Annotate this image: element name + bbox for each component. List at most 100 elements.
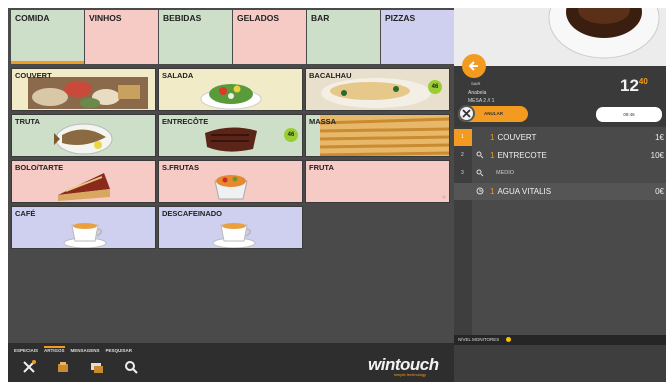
- count-badge: 46: [428, 80, 442, 94]
- order-line[interactable]: 1 AGUA VITALIS 0€: [454, 183, 666, 200]
- bottom-icons: [22, 360, 138, 374]
- product-couvert[interactable]: COUVERT: [11, 68, 156, 111]
- product-massa[interactable]: MASSA: [305, 114, 450, 157]
- product-cafe[interactable]: CAFÉ: [11, 206, 156, 249]
- search-icon[interactable]: [124, 360, 138, 374]
- category-bebidas[interactable]: BEBIDAS: [159, 10, 233, 64]
- line-name: AGUA VITALIS: [497, 187, 552, 196]
- tools-icon[interactable]: [22, 360, 36, 374]
- clock-minutes: 40: [638, 77, 648, 86]
- product-salada[interactable]: SALADA: [158, 68, 303, 111]
- product-label: BOLO/TARTE: [15, 163, 64, 172]
- back-button[interactable]: [462, 54, 486, 78]
- product-area: COMIDA VINHOS BEBIDAS GELADOS BAR PIZZAS…: [8, 8, 454, 382]
- product-label: BACALHAU: [309, 71, 352, 80]
- sfrutas-image: [214, 175, 248, 200]
- user-name: Anabela: [468, 90, 487, 96]
- product-label: MASSA: [309, 117, 337, 126]
- articles-icon[interactable]: [56, 360, 70, 374]
- category-bar[interactable]: BAR: [307, 10, 381, 64]
- massa-image: [320, 115, 449, 156]
- line-price: 1€: [655, 133, 664, 142]
- monitor-level-label: NÍVEL MONITORES: [458, 337, 500, 342]
- category-bar: COMIDA VINHOS BEBIDAS GELADOS BAR PIZZAS: [11, 10, 454, 64]
- product-truta[interactable]: TRUTA: [11, 114, 156, 157]
- product-bacalhau[interactable]: BACALHAU 46: [305, 68, 450, 111]
- line-qty: 1: [490, 187, 495, 196]
- time-field[interactable]: 09:46: [596, 107, 662, 122]
- product-label: ENTRECÔTE: [162, 117, 209, 126]
- product-label: COUVERT: [15, 71, 52, 80]
- category-label: BEBIDAS: [163, 13, 202, 23]
- cancel-label: ANULAR: [484, 111, 503, 116]
- line-number: 2: [461, 152, 464, 158]
- order-line-modifier[interactable]: 3 MEDIO: [454, 165, 666, 182]
- category-vinhos[interactable]: VINHOS: [85, 10, 159, 64]
- line-name: ENTRECOTE: [497, 151, 547, 160]
- bottom-toolbar: ESPECIAIS ARTIGOS MENSAGENS PESQUISAR wi…: [8, 343, 454, 382]
- line-text: 1 COUVERT: [490, 133, 536, 142]
- category-gelados[interactable]: GELADOS: [233, 10, 307, 64]
- cutlery-icon: [476, 151, 484, 159]
- product-grid: COUVERT SALADA BACALHAU 46 TRUTA ENTRECÔ…: [11, 68, 454, 253]
- exit-label: SAIR: [471, 81, 481, 86]
- product-label: S.FRUTAS: [162, 163, 199, 172]
- back-arrow-icon: [468, 61, 478, 71]
- line-name: COUVERT: [497, 133, 537, 142]
- salada-image: [200, 84, 262, 110]
- category-label: COMIDA: [15, 13, 50, 23]
- clock-icon: [476, 187, 484, 195]
- product-bolo-tarte[interactable]: BOLO/TARTE: [11, 160, 156, 203]
- monitor-level-bar: NÍVEL MONITORES: [454, 335, 666, 345]
- line-text: 1 ENTRECOTE: [490, 151, 547, 160]
- clock: 1240: [620, 76, 648, 96]
- bolo-image: [58, 173, 110, 201]
- category-label: GELADOS: [237, 13, 280, 23]
- entrecote-image: [205, 127, 257, 152]
- table-label: MESA 2 // 1: [468, 98, 495, 104]
- order-footer: [454, 345, 666, 382]
- tab-artigos[interactable]: ARTIGOS: [44, 346, 65, 355]
- product-label: CAFÉ: [15, 209, 36, 218]
- product-fruta[interactable]: FRUTA »: [305, 160, 450, 203]
- product-label: FRUTA: [309, 163, 334, 172]
- order-line[interactable]: 1 1 COUVERT 1€: [454, 129, 666, 146]
- cutlery-icon: [476, 169, 484, 177]
- tab-mensagens[interactable]: MENSAGENS: [71, 348, 100, 355]
- active-indicator: [11, 61, 84, 64]
- bottom-tabs: ESPECIAIS ARTIGOS MENSAGENS PESQUISAR: [14, 346, 133, 355]
- cancel-button[interactable]: ANULAR: [458, 105, 528, 122]
- truta-image: [54, 123, 113, 155]
- category-label: PIZZAS: [385, 13, 416, 23]
- order-line[interactable]: 2 1 ENTRECOTE 10€: [454, 147, 666, 164]
- count-badge: 46: [284, 128, 298, 142]
- coffee-photo: [454, 8, 666, 66]
- messages-icon[interactable]: [90, 360, 104, 374]
- line-price: 0€: [655, 187, 664, 196]
- category-pizzas[interactable]: PIZZAS: [381, 10, 454, 64]
- category-label: VINHOS: [89, 13, 122, 23]
- category-comida[interactable]: COMIDA: [11, 10, 85, 64]
- product-entrecote[interactable]: ENTRECÔTE 46: [158, 114, 303, 157]
- category-label: BAR: [311, 13, 330, 23]
- line-text: 1 AGUA VITALIS: [490, 187, 551, 196]
- brand-tagline: simple technology: [394, 372, 427, 377]
- app-window: COMIDA VINHOS BEBIDAS GELADOS BAR PIZZAS…: [8, 8, 666, 382]
- product-sfrutas[interactable]: S.FRUTAS: [158, 160, 303, 203]
- product-descafeinado[interactable]: DESCAFEINADO: [158, 206, 303, 249]
- more-arrow-icon[interactable]: »: [442, 194, 446, 201]
- order-panel: SAIR Anabela MESA 2 // 1 1240 ANULAR 09:…: [454, 8, 666, 382]
- order-lines: 1 1 COUVERT 1€ 2 1 ENTRECOTE 10€ 3 MEDIO 1…: [454, 127, 666, 335]
- line-qty: 1: [490, 151, 495, 160]
- line-number: 3: [461, 170, 464, 176]
- clock-hour: 12: [620, 76, 639, 95]
- monitor-status-dot: [506, 337, 511, 342]
- product-label: DESCAFEINADO: [162, 209, 223, 218]
- tab-pesquisar[interactable]: PESQUISAR: [106, 348, 133, 355]
- tab-especiais[interactable]: ESPECIAIS: [14, 348, 38, 355]
- line-price: 10€: [650, 151, 664, 160]
- product-label: SALADA: [162, 71, 194, 80]
- product-label: TRUTA: [15, 117, 40, 126]
- line-qty: 1: [490, 133, 495, 142]
- modifier-text: MEDIO: [496, 170, 515, 176]
